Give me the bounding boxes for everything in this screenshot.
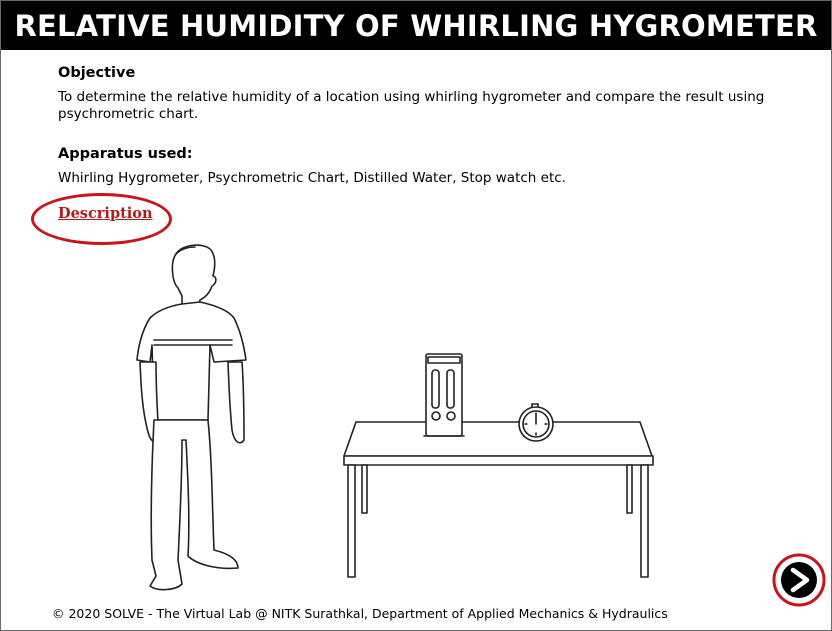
next-button[interactable] [772, 553, 826, 607]
hygrometer-illustration [423, 353, 465, 437]
footer-copyright: © 2020 SOLVE - The Virtual Lab @ NITK Su… [52, 606, 668, 621]
person-illustration [136, 244, 247, 591]
table-illustration [343, 421, 654, 578]
lab-scene [136, 244, 654, 591]
stopwatch-illustration [518, 403, 554, 442]
